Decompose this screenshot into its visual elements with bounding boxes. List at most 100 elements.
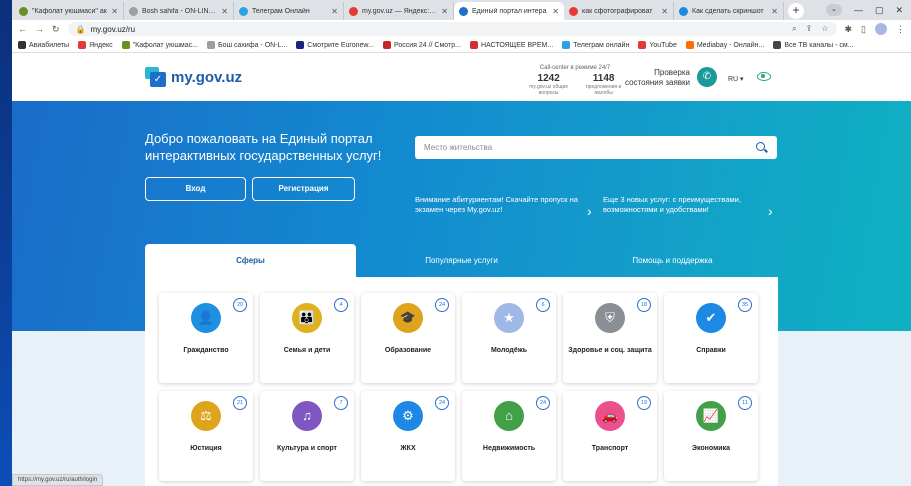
close-tab-icon[interactable]: ✕	[221, 7, 228, 16]
category-label: ЖКХ	[400, 445, 416, 452]
stat-label: предложения и жалобы	[585, 84, 622, 96]
service-count-badge: 24	[435, 396, 449, 410]
bookmark-item[interactable]: Смотрите Euronew...	[296, 41, 374, 49]
notice-new-services[interactable]: Еще 3 новых услуг: с преимуществами, воз…	[603, 195, 768, 215]
tab-favicon-icon	[239, 6, 248, 16]
category-icon: ✔	[696, 303, 726, 333]
bookmark-item[interactable]: Россия 24 // Смотр...	[382, 41, 461, 49]
bookmark-label: Все ТВ каналы - см...	[784, 41, 854, 49]
bookmark-item[interactable]: Яндекс	[78, 41, 113, 49]
category-card[interactable]: 21 ⚖ Юстиция	[159, 391, 253, 481]
close-tab-icon[interactable]: ✕	[771, 7, 778, 16]
bookmark-item[interactable]: YouTube	[638, 41, 677, 49]
categories-panel: 20 👤 Гражданство 4 👪 Семья и дети 24 🎓 Образован…	[145, 277, 778, 486]
search-input[interactable]	[424, 143, 756, 152]
category-card[interactable]: 24 ⌂ Недвижимость	[462, 391, 556, 481]
tab-favicon-icon	[679, 6, 688, 16]
category-card[interactable]: 19 🚗 Транспорт	[563, 391, 657, 481]
menu-icon[interactable]: ⋮	[896, 24, 905, 35]
register-button[interactable]: Регистрация	[252, 177, 355, 201]
bookmark-item[interactable]: Все ТВ каналы - см...	[773, 41, 854, 49]
browser-tab[interactable]: Единый портал интера ✕	[454, 2, 564, 20]
tab-strip: "Кафолат уюшмаси" ак ✕ Bosh sahifa - ON-LI…	[12, 0, 911, 20]
browser-tab[interactable]: my.gov.uz — Яндекс: на ✕	[344, 2, 454, 20]
browser-window: "Кафолат уюшмаси" ак ✕ Bosh sahifa - ON-LI…	[12, 0, 911, 486]
sidebar-icon[interactable]: ▯	[861, 24, 866, 35]
bookmark-label: Яндекс	[89, 41, 113, 49]
chevron-right-icon[interactable]: ›	[768, 203, 773, 219]
category-card[interactable]: 20 👤 Гражданство	[159, 293, 253, 383]
bookmark-item[interactable]: Телеграм онлайн	[562, 41, 629, 49]
site-logo[interactable]: ✓ my.gov.uz	[145, 67, 242, 87]
reload-icon[interactable]: ↻	[52, 24, 60, 35]
service-count-badge: 4	[334, 298, 348, 312]
site-header: ✓ my.gov.uz Call-center в режиме 24/7 12…	[12, 53, 911, 101]
category-label: Транспорт	[591, 445, 629, 452]
bookmark-label: Бош сахифа - ON-L...	[217, 41, 288, 49]
tab-favicon-icon	[459, 6, 468, 16]
maximize-icon[interactable]: ▢	[875, 5, 884, 16]
forward-icon[interactable]: →	[35, 24, 44, 34]
service-count-badge: 35	[738, 298, 752, 312]
category-card[interactable]: 11 📈 Экономика	[664, 391, 758, 481]
browser-tab[interactable]: Как сделать скриншот ✕	[674, 2, 784, 20]
service-count-badge: 20	[233, 298, 247, 312]
category-label: Экономика	[692, 445, 730, 452]
close-tab-icon[interactable]: ✕	[111, 7, 118, 16]
accessibility-eye-icon[interactable]	[757, 72, 771, 81]
service-count-badge: 6	[536, 298, 550, 312]
category-card[interactable]: 18 ⛨ Здоровье и соц. защита	[563, 293, 657, 383]
check-status-link[interactable]: Проверка состояния заявки	[624, 68, 690, 88]
close-tab-icon[interactable]: ✕	[661, 7, 668, 16]
bookmark-item[interactable]: Авиабилеты	[18, 41, 69, 49]
section-tabs: Сферы Популярные услуги Помощь и поддерж…	[145, 244, 778, 277]
category-card[interactable]: 7 ♫ Культура и спорт	[260, 391, 354, 481]
close-window-icon[interactable]: ✕	[895, 5, 903, 16]
tab-favicon-icon	[349, 6, 358, 16]
minimize-icon[interactable]: —	[854, 5, 863, 15]
bookmark-item[interactable]: Mediabay - Онлайн...	[685, 41, 764, 49]
close-tab-icon[interactable]: ✕	[331, 7, 338, 16]
call-center: Call-center в режиме 24/7 1242 my.gov.uz…	[520, 65, 630, 96]
language-select[interactable]: RU ▾	[728, 75, 744, 83]
phone-icon[interactable]: ✆	[697, 67, 717, 87]
browser-tab[interactable]: Телеграм Онлайн ✕	[234, 2, 344, 20]
browser-tab[interactable]: Bosh sahifa - ON-LINE o ✕	[124, 2, 234, 20]
bookmark-item[interactable]: Бош сахифа - ON-L...	[206, 41, 288, 49]
tab-search-icon[interactable]: ⌄	[825, 4, 842, 16]
category-card[interactable]: 24 🎓 Образование	[361, 293, 455, 383]
browser-tab[interactable]: как сфотографироват ✕	[564, 2, 674, 20]
chevron-right-icon[interactable]: ›	[587, 203, 592, 219]
profile-avatar[interactable]	[875, 23, 887, 35]
close-tab-icon[interactable]: ✕	[441, 7, 448, 16]
zoom-icon[interactable]: ⌕	[792, 24, 796, 34]
tab-help-support[interactable]: Помощь и поддержка	[567, 244, 778, 277]
address-bar[interactable]: 🔒 my.gov.uz/ru ⌕ ⇪ ☆	[67, 22, 837, 36]
category-card[interactable]: 24 ⚙ ЖКХ	[361, 391, 455, 481]
browser-tab[interactable]: "Кафолат уюшмаси" ак ✕	[14, 2, 124, 20]
stat-complaints[interactable]: 1148 предложения и жалобы	[577, 73, 630, 96]
share-icon[interactable]: ⇪	[806, 24, 813, 34]
back-icon[interactable]: ←	[18, 24, 27, 34]
bookmark-item[interactable]: "Кафолат уюшмас...	[121, 41, 198, 49]
bookmark-star-icon[interactable]: ☆	[821, 24, 828, 34]
extensions-icon[interactable]: ✱	[845, 24, 853, 35]
category-card[interactable]: 6 ★ Молодёжь	[462, 293, 556, 383]
bookmark-favicon-icon	[382, 41, 391, 49]
search-icon[interactable]	[756, 141, 768, 154]
bookmark-item[interactable]: НАСТОЯЩЕЕ ВРЕМ...	[469, 41, 553, 49]
category-icon: ★	[494, 303, 524, 333]
notice-applicants[interactable]: Внимание абитуриентам! Скачайте пропуск …	[415, 195, 580, 215]
login-button[interactable]: Вход	[145, 177, 246, 201]
close-tab-icon[interactable]: ✕	[552, 7, 559, 16]
category-card[interactable]: 4 👪 Семья и дети	[260, 293, 354, 383]
category-card[interactable]: 35 ✔ Справки	[664, 293, 758, 383]
category-label: Юстиция	[190, 445, 222, 452]
stat-general[interactable]: 1242 my.gov.uz общие вопросы	[520, 73, 577, 96]
bookmark-favicon-icon	[469, 41, 478, 49]
service-count-badge: 18	[637, 298, 651, 312]
tab-list: "Кафолат уюшмаси" ак ✕ Bosh sahifa - ON-LI…	[14, 2, 784, 20]
new-tab-button[interactable]: +	[788, 3, 804, 19]
tab-spheres[interactable]: Сферы	[145, 244, 356, 277]
tab-popular-services[interactable]: Популярные услуги	[356, 244, 567, 277]
